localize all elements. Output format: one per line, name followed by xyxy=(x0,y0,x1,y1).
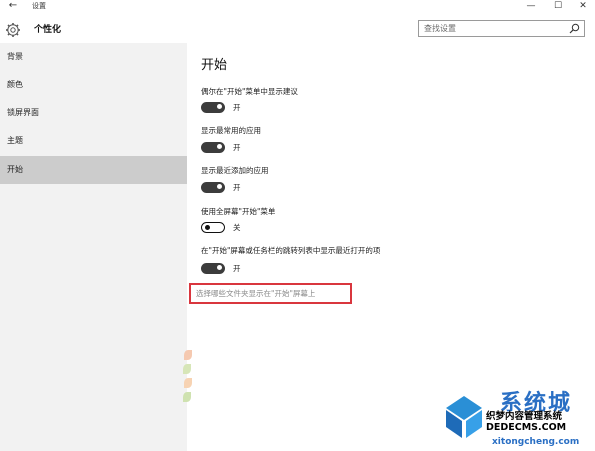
setting-label-suggestions: 偶尔在"开始"菜单中显示建议 xyxy=(201,87,298,96)
back-button[interactable]: ← xyxy=(6,0,20,13)
sidebar-item-themes[interactable]: 主题 xyxy=(0,127,187,155)
toggle-jump-lists[interactable] xyxy=(201,263,225,274)
toggle-recently-added[interactable] xyxy=(201,182,225,193)
sidebar: 背景 颜色 锁屏界面 主题 开始 xyxy=(0,43,187,451)
windows-logo xyxy=(446,396,482,438)
toggle-knob xyxy=(217,104,222,109)
toggle-most-used[interactable] xyxy=(201,142,225,153)
toggle-knob xyxy=(217,265,222,270)
watermark: 系统城 织梦内容管理系统 DEDECMS.COM xitongcheng.com xyxy=(442,392,592,448)
page-title: 开始 xyxy=(201,58,228,73)
toggle-state-jump-lists: 开 xyxy=(233,264,241,273)
window-title: 设置 xyxy=(32,2,46,10)
setting-label-fullscreen: 使用全屏幕"开始"菜单 xyxy=(201,207,276,216)
watermark-domain: xitongcheng.com xyxy=(492,437,580,447)
setting-label-recently-added: 显示最近添加的应用 xyxy=(201,166,269,175)
toggle-knob xyxy=(205,224,210,230)
toggle-state-most-used: 开 xyxy=(233,143,241,152)
toggle-fullscreen[interactable] xyxy=(201,222,225,233)
toggle-state-suggestions: 开 xyxy=(233,103,241,112)
sidebar-item-colors[interactable]: 颜色 xyxy=(0,71,187,99)
sidebar-item-background[interactable]: 背景 xyxy=(0,43,187,71)
toggle-knob xyxy=(217,184,222,189)
search-input[interactable] xyxy=(424,23,564,34)
toggle-suggestions[interactable] xyxy=(201,102,225,113)
search-box[interactable] xyxy=(418,20,585,37)
watermark-overlay-line1: 织梦内容管理系统 xyxy=(486,411,563,422)
choose-folders-link[interactable]: 选择哪些文件夹显示在"开始"屏幕上 xyxy=(196,288,315,299)
toggle-knob xyxy=(217,144,222,149)
sidebar-item-start[interactable]: 开始 xyxy=(0,156,187,184)
toggle-state-fullscreen: 关 xyxy=(233,223,241,232)
highlight-box: 选择哪些文件夹显示在"开始"屏幕上 xyxy=(189,283,352,304)
gear-icon xyxy=(6,23,20,37)
setting-label-most-used: 显示最常用的应用 xyxy=(201,126,261,135)
close-button[interactable]: ✕ xyxy=(570,0,595,13)
watermark-overlay-line2: DEDECMS.COM xyxy=(486,422,567,433)
toggle-state-recently-added: 开 xyxy=(233,183,241,192)
section-title: 个性化 xyxy=(34,25,62,35)
main-content: 开始 偶尔在"开始"菜单中显示建议 开 显示最常用的应用 开 显示最近添加的应用… xyxy=(187,43,595,451)
minimize-button[interactable]: — xyxy=(518,0,544,13)
search-icon[interactable] xyxy=(569,23,580,34)
title-bar: ← 设置 — ☐ ✕ xyxy=(0,0,595,14)
sidebar-item-lock-screen[interactable]: 锁屏界面 xyxy=(0,99,187,127)
maximize-button[interactable]: ☐ xyxy=(545,0,571,13)
setting-label-jump-lists: 在"开始"屏幕或任务栏的跳转列表中显示最近打开的项 xyxy=(201,246,381,255)
